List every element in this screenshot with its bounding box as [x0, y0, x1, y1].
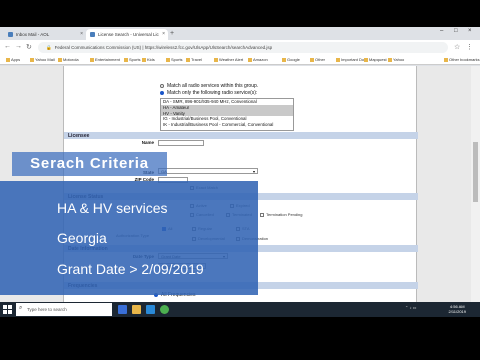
criteria-services: HA & HV services — [57, 200, 168, 216]
state-select[interactable]: GA ▾ — [158, 168, 258, 174]
address-row: ← → ↻ 🔒 Federal Communications Commission… — [0, 40, 480, 55]
taskbar-search-placeholder: Type here to search — [27, 307, 67, 312]
bookmark-item[interactable]: Sports — [124, 57, 141, 62]
radio-label: Match all radio services within this gro… — [167, 83, 259, 89]
windows-start-icon[interactable] — [3, 305, 12, 314]
status-termination-pending[interactable]: Termination Pending — [260, 212, 302, 217]
taskbar-clock[interactable]: 4:56 AM 2/11/2019 — [449, 304, 467, 314]
star-icon[interactable]: ☆ — [454, 43, 460, 51]
edge-icon[interactable] — [146, 305, 155, 314]
tab-favicon-icon — [90, 32, 95, 37]
close-icon[interactable]: × — [80, 31, 83, 37]
back-icon[interactable]: ← — [4, 43, 11, 50]
name-label: Name — [141, 140, 154, 145]
criteria-panel: HA & HV services Georgia Grant Date > 2/… — [0, 181, 258, 295]
radio-icon — [160, 84, 164, 88]
file-explorer-icon[interactable] — [132, 305, 141, 314]
name-field[interactable] — [158, 140, 204, 146]
tab-license-search[interactable]: License Search - Universal Lic × — [86, 29, 168, 40]
checkbox-icon — [260, 213, 264, 217]
screen: Inbox Mail - AOL × License Search - Univ… — [0, 0, 480, 360]
forward-icon[interactable]: → — [15, 43, 22, 50]
bookmark-item[interactable]: Other — [310, 57, 325, 62]
bookmark-item[interactable]: Travel — [186, 57, 202, 62]
menu-icon[interactable]: ⋮ — [466, 43, 473, 51]
task-view-icon[interactable] — [118, 305, 127, 314]
tab-label: License Search - Universal Lic — [98, 32, 159, 37]
new-tab-icon[interactable]: + — [170, 30, 174, 37]
minimize-icon[interactable]: – — [440, 28, 443, 34]
radio-label: Match only the following radio service(s… — [167, 90, 258, 96]
tray-icons[interactable]: ⌃ ♪ ▭ — [405, 305, 416, 310]
title-banner: Serach Criteria — [12, 152, 167, 176]
address-bar[interactable]: 🔒 Federal Communications Commission (US) … — [38, 42, 448, 53]
bookmark-item[interactable]: Yahoo — [388, 57, 404, 62]
chevron-down-icon: ▾ — [252, 169, 255, 174]
taskbar-search[interactable]: Type here to search — [16, 303, 112, 316]
service-option[interactable]: IK - Industrial/Business Pool - Commerci… — [161, 122, 293, 128]
radio-match-following[interactable]: Match only the following radio service(s… — [160, 90, 257, 96]
bookmark-item[interactable]: Sports — [166, 57, 183, 62]
section-licensee: Licensee — [64, 132, 418, 139]
radio-match-all[interactable]: Match all radio services within this gro… — [160, 83, 258, 89]
bookmark-item[interactable]: Weather Alert — [214, 57, 243, 62]
bookmark-item[interactable]: Yahoo Mail — [30, 57, 55, 62]
radio-service-list[interactable]: DA - SMR, 896-901/935-940 MHz, Conventio… — [160, 98, 294, 131]
tab-favicon-icon — [8, 32, 13, 37]
lock-icon: 🔒 — [46, 45, 52, 50]
vertical-scrollbar[interactable] — [471, 66, 480, 302]
close-icon[interactable]: × — [162, 31, 165, 37]
bookmark-item[interactable]: Kids — [142, 57, 155, 62]
reload-icon[interactable]: ↻ — [26, 43, 32, 51]
bookmark-item[interactable]: Apps — [6, 57, 20, 62]
tab-label: Inbox Mail - AOL — [16, 32, 50, 37]
window-close-icon[interactable]: × — [468, 28, 472, 34]
clock-date: 2/11/2019 — [448, 309, 467, 314]
bookmark-item[interactable]: Mapquest — [364, 57, 387, 62]
bookmark-item[interactable]: Google — [282, 57, 300, 62]
bookmark-item[interactable]: Amazon — [248, 57, 268, 62]
bookmark-item[interactable]: Other bookmarks — [444, 57, 480, 62]
status-label: Termination Pending — [266, 212, 303, 217]
criteria-date: Grant Date > 2/09/2019 — [57, 261, 204, 277]
bookmark-item[interactable]: Entertainment — [90, 57, 120, 62]
maximize-icon[interactable]: □ — [454, 28, 458, 34]
chrome-icon[interactable] — [160, 305, 169, 314]
criteria-state: Georgia — [57, 230, 107, 246]
bookmark-item[interactable]: Motorola — [58, 57, 79, 62]
scrollbar-thumb[interactable] — [473, 142, 478, 202]
address-url: Federal Communications Commission (US) |… — [54, 45, 273, 50]
tab-inbox[interactable]: Inbox Mail - AOL × — [4, 29, 86, 40]
bookmarks-bar: Apps Yahoo Mail Motorola Entertainment Sport… — [0, 55, 480, 65]
radio-selected-icon — [160, 91, 164, 95]
taskbar: Type here to search ⌃ ♪ ▭ 4:56 AM 2/11/2… — [0, 302, 480, 317]
tab-strip: Inbox Mail - AOL × License Search - Univ… — [0, 27, 480, 40]
overlay-title: Serach Criteria — [30, 155, 149, 172]
